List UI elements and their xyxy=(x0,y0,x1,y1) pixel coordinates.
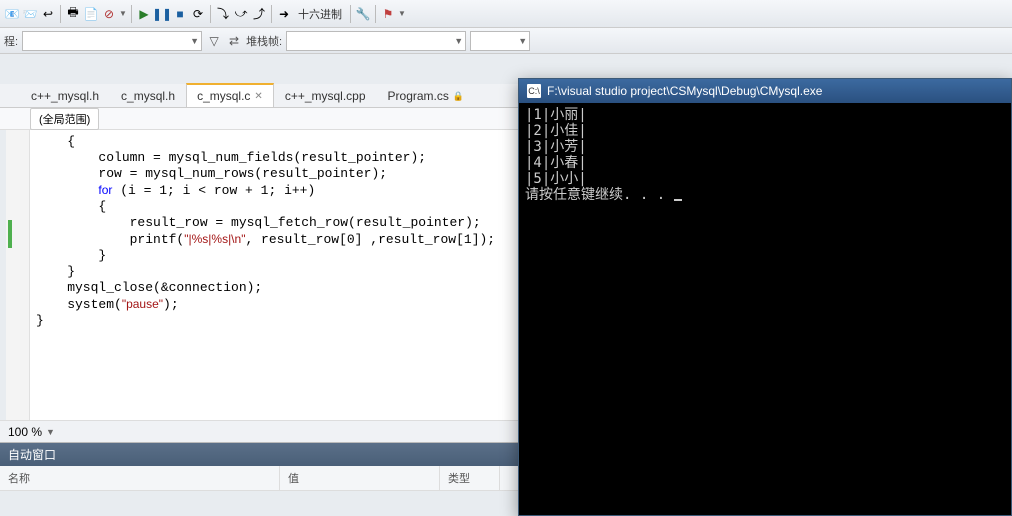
run-to-icon[interactable]: ➜ xyxy=(276,6,292,22)
separator xyxy=(210,5,211,23)
mail-icon[interactable]: 📧 xyxy=(4,6,20,22)
lock-icon: 🔒 xyxy=(453,91,464,102)
stack-label: 堆栈帧: xyxy=(246,33,282,49)
separator xyxy=(271,5,272,23)
step-out-icon[interactable]: ⤴ xyxy=(251,6,267,22)
filter-icon[interactable]: ▽ xyxy=(206,33,222,49)
col-type[interactable]: 类型 xyxy=(440,466,500,490)
scope-selector[interactable]: (全局范围) xyxy=(30,108,99,130)
reply-icon[interactable]: ↩ xyxy=(40,6,56,22)
main-toolbar: 📧 📨 ↩ 🖶 📄 ⊘ ▼ ▶ ❚❚ ■ ⟳ ⤵ ⤻ ⤴ ➜ 十六进制 🔧 ⚑ … xyxy=(0,0,1012,28)
console-title-text: F:\visual studio project\CSMysql\Debug\C… xyxy=(547,84,822,98)
tab-Program-cs[interactable]: Program.cs 🔒 xyxy=(377,84,476,107)
stop-icon[interactable]: ■ xyxy=(172,6,188,22)
exe-icon: C:\ xyxy=(527,84,541,98)
console-output: |1|小丽| |2|小佳| |3|小芳| |4|小春| |5|小小| 请按任意键… xyxy=(519,103,1011,515)
gutter xyxy=(6,130,30,420)
zoom-value[interactable]: 100 % xyxy=(8,425,42,439)
extra-combo[interactable]: ▼ xyxy=(470,31,530,51)
process-combo[interactable]: ▼ xyxy=(22,31,202,51)
tab-c-mysql-h[interactable]: c_mysql.h xyxy=(110,84,186,107)
cancel-icon[interactable]: ⊘ xyxy=(101,6,117,22)
hex-label[interactable]: 十六进制 xyxy=(294,6,346,22)
doc-icon[interactable]: 📄 xyxy=(83,6,99,22)
dropdown-icon[interactable]: ▼ xyxy=(119,9,127,18)
tab-label: Program.cs xyxy=(388,89,449,103)
tab-label: c_mysql.c xyxy=(197,89,250,103)
col-value[interactable]: 值 xyxy=(280,466,440,490)
step-into-icon[interactable]: ⤵ xyxy=(215,6,231,22)
tab-label: c_mysql.h xyxy=(121,89,175,103)
tab-c---mysql-cpp[interactable]: c++_mysql.cpp xyxy=(274,84,377,107)
tab-c-mysql-c[interactable]: c_mysql.c ✕ xyxy=(186,83,274,107)
tab-label: c++_mysql.h xyxy=(31,89,99,103)
chevron-down-icon: ▼ xyxy=(454,36,463,46)
separator xyxy=(60,5,61,23)
pause-icon[interactable]: ❚❚ xyxy=(154,6,170,22)
dropdown-icon[interactable]: ▼ xyxy=(398,9,406,18)
tab-c---mysql-h[interactable]: c++_mysql.h xyxy=(20,84,110,107)
play-icon[interactable]: ▶ xyxy=(136,6,152,22)
console-titlebar[interactable]: C:\ F:\visual studio project\CSMysql\Deb… xyxy=(519,79,1011,103)
close-icon[interactable]: ✕ xyxy=(254,91,262,102)
chevron-down-icon: ▼ xyxy=(518,36,527,46)
tool-icon[interactable]: 🔧 xyxy=(355,6,371,22)
tab-label: c++_mysql.cpp xyxy=(285,89,366,103)
thread-icon[interactable]: ⇄ xyxy=(226,33,242,49)
stack-combo[interactable]: ▼ xyxy=(286,31,466,51)
change-marker xyxy=(8,220,12,248)
mail2-icon[interactable]: 📨 xyxy=(22,6,38,22)
print-icon[interactable]: 🖶 xyxy=(65,6,81,22)
col-name[interactable]: 名称 xyxy=(0,466,280,490)
separator xyxy=(131,5,132,23)
process-toolbar: 程: ▼ ▽ ⇄ 堆栈帧: ▼ ▼ xyxy=(0,28,1012,54)
chevron-down-icon: ▼ xyxy=(190,36,199,46)
console-window[interactable]: C:\ F:\visual studio project\CSMysql\Deb… xyxy=(518,78,1012,516)
flag-icon[interactable]: ⚑ xyxy=(380,6,396,22)
step-over-icon[interactable]: ⤻ xyxy=(233,6,249,22)
restart-icon[interactable]: ⟳ xyxy=(190,6,206,22)
process-label: 程: xyxy=(4,33,18,49)
separator xyxy=(375,5,376,23)
separator xyxy=(350,5,351,23)
chevron-down-icon[interactable]: ▼ xyxy=(46,427,55,437)
